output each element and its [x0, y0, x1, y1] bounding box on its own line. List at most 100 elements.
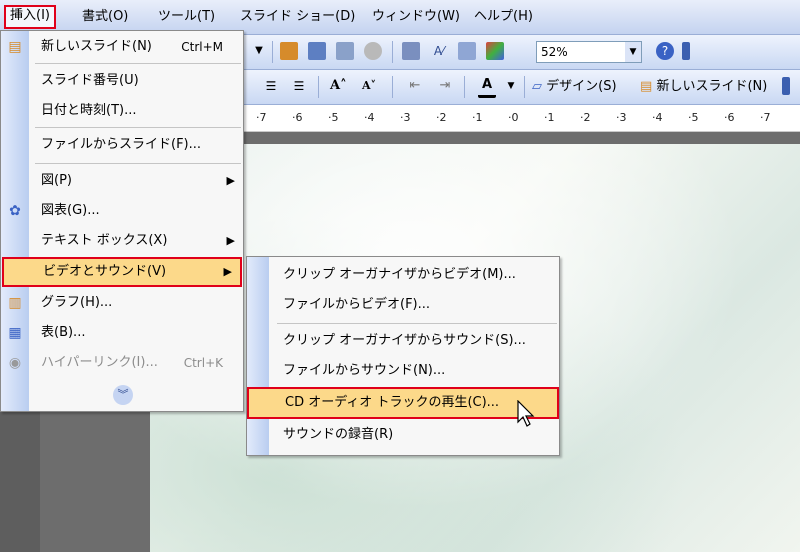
toolbar-options-icon[interactable] [782, 77, 790, 95]
menu-separator [35, 63, 241, 64]
numbering-icon[interactable]: ☰ [262, 77, 280, 95]
menu-slideshow[interactable]: スライド ショー(D) [236, 6, 359, 28]
ruler-tick: ·4 [652, 111, 663, 124]
help-icon[interactable]: ? [656, 42, 674, 60]
menu-item-picture[interactable]: 図(P) ▶ [1, 167, 243, 195]
menu-item-table[interactable]: ▦ 表(B)... [1, 319, 243, 347]
toolbar-separator [392, 41, 393, 63]
menu-separator [35, 127, 241, 128]
submenu-arrow-icon: ▶ [223, 265, 232, 278]
toolbar-separator [272, 41, 273, 63]
menu-item-movie-from-organizer[interactable]: クリップ オーガナイザからビデオ(M)... [247, 261, 559, 289]
toolbar-options-icon[interactable] [682, 42, 690, 60]
hyperlink-icon: ◉ [8, 355, 22, 371]
ruler-tick: ·2 [580, 111, 591, 124]
submenu-arrow-icon: ▶ [226, 234, 235, 247]
menu-item-play-cd-audio[interactable]: CD オーディオ トラックの再生(C)... [247, 387, 559, 419]
table-icon: ▦ [8, 325, 22, 341]
menu-item-record-sound[interactable]: サウンドの録音(R) [247, 421, 559, 449]
menu-insert[interactable]: 挿入(I) [4, 5, 56, 29]
ruler-tick: ·3 [400, 111, 411, 124]
menu-item-movies-sounds[interactable]: ビデオとサウンド(V) ▶ [2, 257, 242, 287]
menu-item-chart[interactable]: ▥ グラフ(H)... [1, 289, 243, 317]
increase-indent-icon[interactable]: ⇥ [436, 77, 454, 95]
mouse-pointer-icon [517, 400, 535, 427]
design-button[interactable]: ▱ デザイン(S) [532, 77, 617, 97]
new-slide-icon: ▤ [8, 39, 22, 55]
menu-item-label: ハイパーリンク(I)... [41, 355, 158, 370]
menu-item-label: サウンドの録音(R) [283, 427, 394, 442]
bullets-icon[interactable]: ☰ [290, 77, 308, 95]
menu-item-new-slide[interactable]: ▤ 新しいスライド(N) Ctrl+M [1, 33, 243, 61]
new-slide-button[interactable]: ▤ 新しいスライド(N) [640, 77, 767, 97]
ruler-tick: ·5 [328, 111, 339, 124]
ruler-tick: ·7 [256, 111, 267, 124]
menu-item-slides-from-file[interactable]: ファイルからスライド(F)... [1, 131, 243, 159]
ruler-tick: ·4 [364, 111, 375, 124]
menu-item-shortcut: Ctrl+K [183, 356, 223, 370]
grid-icon[interactable]: A⁄ [430, 42, 448, 60]
movies-sounds-submenu: クリップ オーガナイザからビデオ(M)... ファイルからビデオ(F)... ク… [246, 256, 560, 456]
ruler-tick: ·6 [292, 111, 303, 124]
color-grayscale-icon[interactable] [486, 42, 504, 60]
insert-menu: ▤ 新しいスライド(N) Ctrl+M スライド番号(U) 日付と時刻(T)..… [0, 30, 244, 412]
ruler-tick: ·7 [760, 111, 771, 124]
menu-item-label: 図表(G)... [41, 203, 100, 218]
menu-item-movie-from-file[interactable]: ファイルからビデオ(F)... [247, 291, 559, 319]
tables-borders-icon[interactable] [336, 42, 354, 60]
new-slide-icon: ▤ [640, 79, 653, 94]
menu-tools[interactable]: ツール(T) [154, 6, 219, 28]
toolbar-separator [464, 76, 465, 98]
menu-item-label: ファイルからスライド(F)... [41, 137, 202, 152]
menu-item-label: ファイルからビデオ(F)... [283, 297, 431, 312]
menu-item-text-box[interactable]: テキスト ボックス(X) ▶ [1, 227, 243, 255]
ruler-tick: ·0 [508, 111, 519, 124]
menu-window[interactable]: ウィンドウ(W) [368, 6, 464, 28]
chevron-down-icon[interactable]: ▼ [625, 42, 641, 62]
menu-item-label: 日付と時刻(T)... [41, 103, 137, 118]
menu-help[interactable]: ヘルプ(H) [470, 6, 537, 28]
design-icon: ▱ [532, 79, 542, 94]
ruler-tick: ·1 [544, 111, 555, 124]
show-formatting-icon[interactable] [458, 42, 476, 60]
chart-icon: ▥ [8, 295, 22, 311]
hyperlink-icon[interactable] [364, 42, 382, 60]
menu-item-label: CD オーディオ トラックの再生(C)... [285, 395, 500, 410]
decrease-font-icon[interactable]: A˅ [362, 77, 380, 95]
ruler-tick: ·3 [616, 111, 627, 124]
new-slide-label: 新しいスライド(N) [656, 79, 768, 94]
zoom-value: 52% [541, 45, 568, 59]
ruler-tick: ·2 [436, 111, 447, 124]
font-color-icon[interactable]: A [478, 77, 496, 98]
menu-item-label: 図(P) [41, 173, 72, 188]
menu-separator [277, 323, 557, 324]
expand-menu-chevron-icon[interactable]: ︾ [113, 385, 133, 405]
ruler-tick: ·5 [688, 111, 699, 124]
menu-item-hyperlink[interactable]: ◉ ハイパーリンク(I)... Ctrl+K [1, 349, 243, 377]
menu-item-label: クリップ オーガナイザからサウンド(S)... [283, 333, 526, 348]
decrease-indent-icon[interactable]: ⇤ [406, 77, 424, 95]
menu-item-sound-from-file[interactable]: ファイルからサウンド(N)... [247, 357, 559, 385]
ruler-tick: ·1 [472, 111, 483, 124]
expand-icon[interactable] [402, 42, 420, 60]
menu-format[interactable]: 書式(O) [78, 6, 132, 28]
toolbar-separator [392, 76, 393, 98]
diagram-icon: ✿ [9, 203, 21, 219]
chevron-down-icon[interactable]: ▼ [502, 77, 520, 95]
dropdown-arrow-icon[interactable]: ▼ [250, 42, 268, 60]
zoom-combo[interactable]: 52% ▼ [536, 41, 642, 63]
table-icon[interactable] [308, 42, 326, 60]
menu-item-label: ファイルからサウンド(N)... [283, 363, 446, 378]
menu-item-date-time[interactable]: 日付と時刻(T)... [1, 97, 243, 125]
menu-item-label: ビデオとサウンド(V) [43, 264, 167, 279]
chart-icon[interactable] [280, 42, 298, 60]
menu-item-label: 新しいスライド(N) [41, 39, 152, 54]
menu-item-label: 表(B)... [41, 325, 86, 340]
design-label: デザイン(S) [546, 79, 617, 94]
menu-item-sound-from-organizer[interactable]: クリップ オーガナイザからサウンド(S)... [247, 327, 559, 355]
menu-item-label: クリップ オーガナイザからビデオ(M)... [283, 267, 516, 282]
menu-item-diagram[interactable]: ✿ 図表(G)... [1, 197, 243, 225]
menu-item-slide-number[interactable]: スライド番号(U) [1, 67, 243, 95]
toolbar-separator [318, 76, 319, 98]
increase-font-icon[interactable]: A˄ [330, 77, 348, 95]
